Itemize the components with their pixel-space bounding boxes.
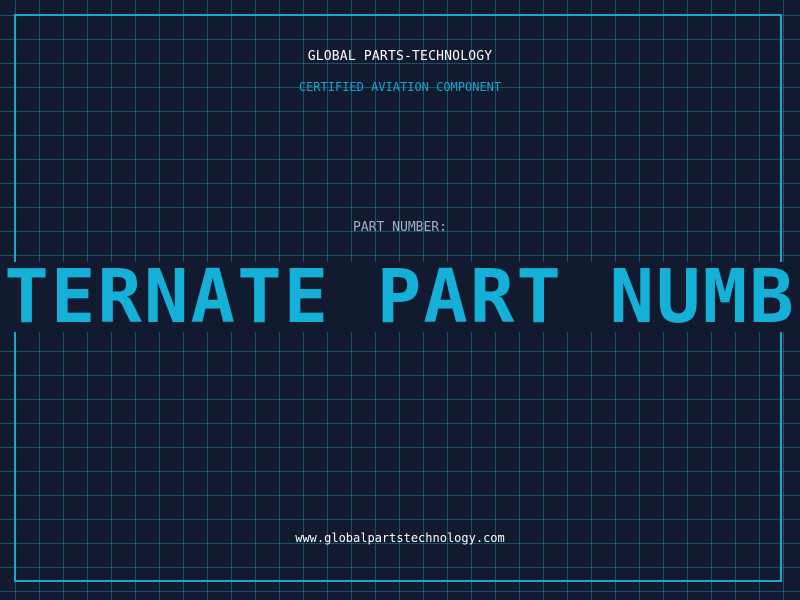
certification-subtitle: CERTIFIED AVIATION COMPONENT [298, 80, 502, 94]
part-number-band: ALTERNATE PART NUMBER [0, 262, 800, 332]
company-name: GLOBAL PARTS-TECHNOLOGY [307, 49, 493, 64]
website-url: www.globalpartstechnology.com [295, 531, 505, 545]
label-canvas: GLOBAL PARTS-TECHNOLOGY CERTIFIED AVIATI… [0, 0, 800, 600]
part-number-label: PART NUMBER: [353, 220, 447, 235]
part-number-value: ALTERNATE PART NUMBER [0, 262, 800, 332]
